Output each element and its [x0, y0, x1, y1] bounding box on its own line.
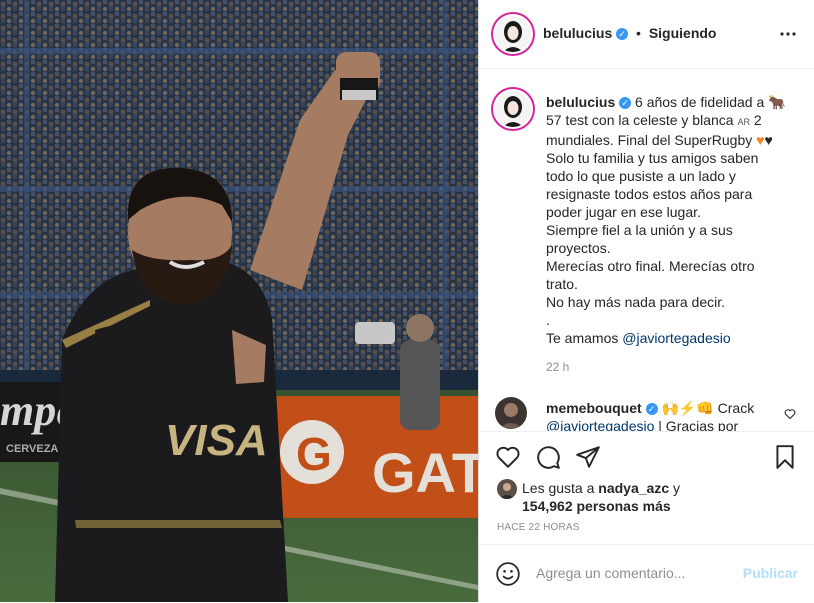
likes-prefix: Les gusta a — [522, 480, 595, 496]
caption-line: todo lo que pusiste a un lado y — [546, 168, 736, 184]
caption-line: Merecías otro final. Merecías otro — [546, 258, 755, 274]
caption-line: Te amamos — [546, 330, 619, 346]
post-photo[interactable]: mper CERVEZA G GAT VISA — [0, 0, 478, 602]
rugby-player-photo: mper CERVEZA G GAT VISA — [0, 0, 478, 602]
following-button[interactable]: Siguiendo — [649, 25, 717, 41]
avatar[interactable] — [495, 16, 531, 52]
caption-line: resignaste todos estos años para — [546, 186, 753, 202]
comment-line: Crack — [717, 400, 755, 416]
liker-avatar[interactable] — [497, 479, 517, 499]
comment-text: memebouquet ✓ 🙌⚡👊 Crack @javiortegadesio… — [546, 399, 766, 431]
likes-count-link[interactable]: 154,962 personas más — [522, 497, 782, 515]
comment-form: Agrega un comentario... Publicar — [479, 544, 814, 603]
post-username[interactable]: belulucius — [543, 25, 612, 41]
action-section: Les gusta a nadya_azc y 154,962 personas… — [479, 431, 814, 545]
mention-link[interactable]: @javiortegadesio — [546, 418, 654, 431]
post-header: belulucius ✓ • Siguiendo — [479, 0, 814, 69]
like-heart-icon[interactable] — [495, 444, 521, 470]
more-options-icon[interactable] — [778, 24, 798, 44]
caption-line: . — [546, 312, 550, 328]
post-timestamp[interactable]: HACE 22 HORAS — [497, 522, 580, 533]
comment-like-heart-icon[interactable] — [784, 407, 796, 420]
caption-line: Siempre fiel a la unión y a sus — [546, 222, 733, 238]
likes-summary: Les gusta a nadya_azc y 154,962 personas… — [522, 479, 782, 515]
ox-emoji-icon: 🐂 — [768, 94, 786, 110]
share-paper-plane-icon[interactable] — [575, 444, 601, 470]
verified-badge-icon: ✓ — [645, 403, 658, 415]
caption-line: trato. — [546, 276, 578, 292]
caption-line: 57 test con la celeste y blanca — [546, 112, 734, 128]
caption-line: 6 años de fidelidad a — [635, 94, 765, 110]
caption-line: poder jugar en ese lugar. — [546, 204, 701, 220]
emoji-icons: 🙌⚡👊 — [661, 400, 714, 416]
comments-area[interactable]: belulucius ✓ 6 años de fidelidad a 🐂 57 … — [479, 69, 814, 431]
comment-username[interactable]: memebouquet — [546, 400, 642, 416]
verified-badge-icon: ✓ — [619, 97, 632, 109]
mention-link[interactable]: @javiortegadesio — [622, 330, 730, 346]
liker-username[interactable]: nadya_azc — [598, 480, 669, 496]
caption-line: mundiales. Final del SuperRugby — [546, 132, 753, 148]
emoji-smiley-icon[interactable] — [495, 561, 521, 587]
likes-suffix: y — [673, 480, 680, 496]
caption-line: 2 — [753, 112, 762, 128]
comment-line: | Gracias por — [658, 418, 739, 431]
separator-dot: • — [636, 25, 641, 41]
caption-avatar[interactable] — [495, 91, 531, 127]
caption-username[interactable]: belulucius — [546, 94, 615, 110]
black-heart-icon: ♥ — [764, 132, 773, 148]
comment-avatar[interactable] — [495, 397, 527, 429]
post-side-panel: belulucius ✓ • Siguiendo belulucius ✓ 6 … — [478, 0, 814, 602]
caption-text: belulucius ✓ 6 años de fidelidad a 🐂 57 … — [546, 93, 801, 376]
caption-line: No hay más nada para decir. — [546, 294, 725, 310]
flag-ar-icon: AR — [737, 117, 750, 127]
verified-badge-icon: ✓ — [616, 28, 629, 40]
publish-button[interactable]: Publicar — [743, 565, 798, 581]
caption-line: proyectos. — [546, 240, 611, 256]
comment-bubble-icon[interactable] — [535, 444, 561, 470]
save-bookmark-icon[interactable] — [772, 444, 798, 470]
caption-line: Solo tu familia y tus amigos saben — [546, 150, 759, 166]
caption-timestamp[interactable]: 22 h — [546, 358, 801, 376]
comment-input[interactable]: Agrega un comentario... — [536, 565, 685, 581]
profile-picture — [495, 16, 531, 52]
